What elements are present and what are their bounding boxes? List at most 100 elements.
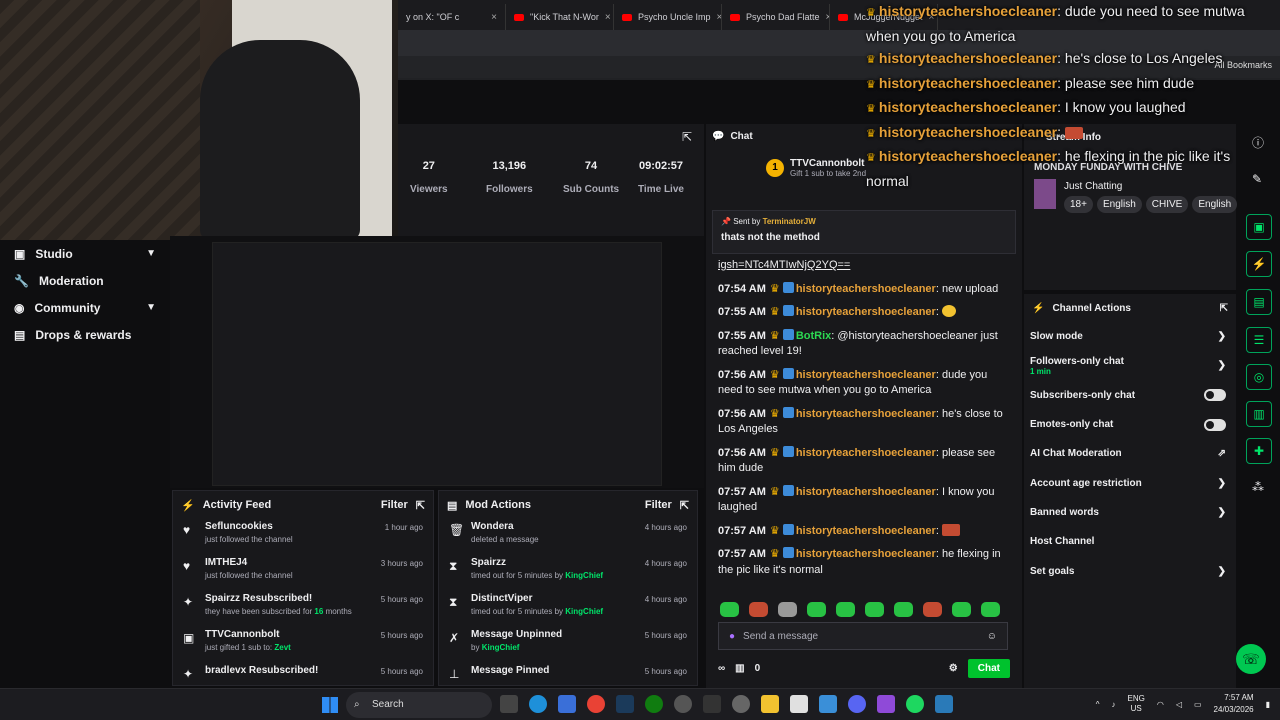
feed-row[interactable]: 🗑 Wondera deleted a message 4 hours ago: [439, 519, 697, 555]
chat-username[interactable]: historyteachershoecleaner: [796, 525, 936, 537]
mic-icon[interactable]: ●: [729, 631, 735, 642]
sidebar-item-studio[interactable]: ▣ Studio ▼: [0, 240, 170, 267]
chat-icon[interactable]: ☰: [1246, 327, 1272, 353]
channel-action[interactable]: Followers-only chat 1 min ❯: [1024, 351, 1236, 380]
notification-icon[interactable]: ▮: [1266, 700, 1270, 709]
store-icon[interactable]: [790, 695, 808, 713]
document-icon[interactable]: ▤: [1246, 289, 1272, 315]
chat-message[interactable]: 07:56 AM ♛ historyteachershoecleaner: dud…: [718, 367, 1012, 399]
chat-input[interactable]: ● Send a message ☺: [718, 622, 1008, 650]
stream-preview[interactable]: [170, 236, 704, 488]
clock[interactable]: 7:57 AM 24/03/2026: [1214, 692, 1254, 716]
chat-username[interactable]: historyteachershoecleaner: [796, 369, 936, 381]
emote-icon[interactable]: [865, 602, 884, 617]
clip-icon[interactable]: ▣: [1246, 214, 1272, 240]
popout-icon[interactable]: ⇱: [682, 130, 692, 144]
emote-icon[interactable]: [778, 602, 797, 617]
feed-row[interactable]: ▣ TTVCannonbolt just gifted 1 sub to: Zevt…: [173, 627, 433, 663]
popout-icon[interactable]: ⇱: [416, 499, 425, 512]
infinity-icon[interactable]: ∞: [718, 663, 725, 674]
popout-icon[interactable]: ⇱: [680, 499, 689, 512]
gear-icon[interactable]: [732, 695, 750, 713]
toggle-switch[interactable]: [1204, 389, 1226, 402]
emote-icon[interactable]: [923, 602, 942, 617]
community-icon[interactable]: ⁂: [1252, 480, 1264, 494]
chat-username[interactable]: historyteachershoecleaner: [796, 306, 936, 318]
channel-action[interactable]: Slow mode ❯: [1024, 322, 1236, 351]
app-icon[interactable]: [558, 695, 576, 713]
popout-icon[interactable]: ⇱: [1220, 303, 1228, 314]
app-icon[interactable]: [935, 695, 953, 713]
sidebar-item-drops[interactable]: ▤ Drops & rewards: [0, 321, 170, 348]
printer-icon[interactable]: ▥: [1246, 401, 1272, 427]
feed-row[interactable]: ♥ IMTHEJ4 just followed the channel 3 hours…: [173, 555, 433, 591]
chat-message[interactable]: 07:56 AM ♛ historyteachershoecleaner: he'…: [718, 406, 1012, 438]
emote-picker-icon[interactable]: ☺: [987, 631, 997, 642]
filter-button[interactable]: Filter: [645, 499, 672, 511]
wrench-icon[interactable]: ✚: [1246, 438, 1272, 464]
emote-icon[interactable]: [807, 602, 826, 617]
emote-icon[interactable]: [749, 602, 768, 617]
mic-icon[interactable]: ♪: [1112, 700, 1116, 709]
chat-message[interactable]: 07:57 AM ♛ historyteachershoecleaner: he …: [718, 547, 1012, 578]
chrome-icon[interactable]: [587, 695, 605, 713]
sidebar-item-moderation[interactable]: 🔧 Moderation: [0, 267, 170, 294]
spotify-icon[interactable]: [906, 695, 924, 713]
browser-tab[interactable]: "Kick That N-Wor ×: [506, 4, 614, 30]
taskbar-search[interactable]: ⌕ Search: [346, 692, 492, 718]
channel-action[interactable]: Set goals ❯: [1024, 556, 1236, 585]
sidebar-item-community[interactable]: ◉ Community ▼: [0, 294, 170, 321]
app-icon[interactable]: [819, 695, 837, 713]
emote-icon[interactable]: [894, 602, 913, 617]
emote-icon[interactable]: [836, 602, 855, 617]
chat-username[interactable]: historyteachershoecleaner: [796, 486, 936, 498]
channel-action[interactable]: Banned words ❯: [1024, 498, 1236, 527]
channel-action[interactable]: Subscribers-only chat: [1024, 381, 1236, 410]
feed-row[interactable]: ✦ Spairzz Resubscribed! they have been sub…: [173, 591, 433, 627]
windows-start-icon[interactable]: [322, 697, 338, 713]
edge-icon[interactable]: [529, 695, 547, 713]
browser-tab[interactable]: y on X: "OF c ×: [398, 4, 506, 30]
steam-icon[interactable]: [616, 695, 634, 713]
send-chat-button[interactable]: Chat: [967, 658, 1010, 678]
chat-username[interactable]: historyteachershoecleaner: [796, 548, 936, 560]
chat-message[interactable]: 07:55 AM ♛ BotRix: @historyteachershoecle…: [718, 328, 1012, 360]
app-icon[interactable]: [500, 695, 518, 713]
emote-icon[interactable]: [720, 602, 739, 617]
channel-action[interactable]: AI Chat Moderation ⇗: [1024, 439, 1236, 468]
feed-row[interactable]: ⧗ DistinctViper timed out for 5 minutes by…: [439, 591, 697, 627]
feed-row[interactable]: ♥ Sefluncookies just followed the channel 1…: [173, 519, 433, 555]
broadcast-icon[interactable]: ◎: [1246, 364, 1272, 390]
channel-action[interactable]: Host Channel: [1024, 527, 1236, 556]
chat-message[interactable]: 07:54 AM ♛ historyteachershoecleaner: new…: [718, 281, 1012, 298]
close-icon[interactable]: ×: [605, 12, 611, 23]
chat-message[interactable]: 07:55 AM ♛ historyteachershoecleaner:: [718, 305, 1012, 321]
language-indicator[interactable]: ENG US: [1128, 694, 1145, 714]
xbox-icon[interactable]: [645, 695, 663, 713]
emote-icon[interactable]: [952, 602, 971, 617]
browser-tab[interactable]: Psycho Uncle Imp ×: [614, 4, 722, 30]
speaker-icon[interactable]: ◁: [1176, 700, 1182, 709]
channel-action[interactable]: Account age restriction ❯: [1024, 468, 1236, 497]
close-icon[interactable]: ×: [491, 12, 497, 23]
chat-message[interactable]: 07:57 AM ♛ historyteachershoecleaner:: [718, 523, 1012, 540]
epic-icon[interactable]: [703, 695, 721, 713]
discord-icon[interactable]: [848, 695, 866, 713]
gear-icon[interactable]: ⚙: [949, 663, 958, 674]
lightning-icon[interactable]: ⚡: [1246, 251, 1272, 277]
chat-username[interactable]: historyteachershoecleaner: [796, 447, 936, 459]
chat-username[interactable]: historyteachershoecleaner: [796, 283, 936, 295]
feed-row[interactable]: ⧗ Spairzz timed out for 5 minutes by KingC…: [439, 555, 697, 591]
app-icon[interactable]: [674, 695, 692, 713]
chat-link[interactable]: igsh=NTc4MTIwNjQ2YQ==: [718, 258, 1012, 274]
pinned-message[interactable]: 📌 Sent by TerminatorJW thats not the met…: [712, 210, 1016, 254]
chat-message[interactable]: 07:57 AM ♛ historyteachershoecleaner: I k…: [718, 484, 1012, 516]
browser-tab[interactable]: Psycho Dad Flatte×: [722, 4, 830, 30]
chat-message[interactable]: 07:56 AM ♛ historyteachershoecleaner: ple…: [718, 445, 1012, 477]
feed-row[interactable]: ✗ Message Unpinned by KingChief 5 hours ago: [439, 627, 697, 663]
help-icon[interactable]: ☏: [1236, 644, 1266, 674]
emote-icon[interactable]: [981, 602, 1000, 617]
chat-username[interactable]: BotRix: [796, 330, 831, 342]
wifi-icon[interactable]: ◠: [1157, 700, 1164, 709]
gift-leaderboard[interactable]: 1 TTVCannonbolt Gift 1 sub to take 2nd: [766, 158, 866, 178]
